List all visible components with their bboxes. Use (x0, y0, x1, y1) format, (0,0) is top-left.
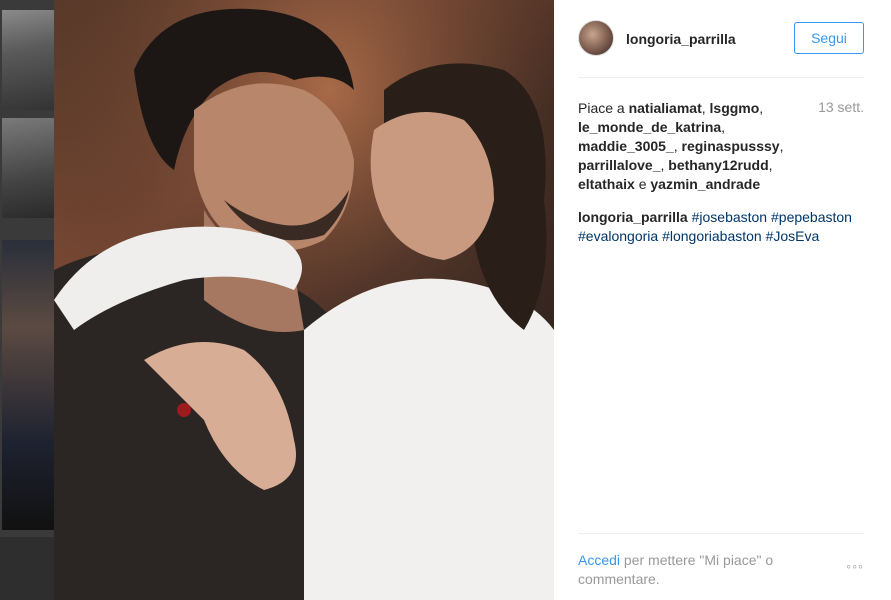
login-prompt: Accedi per mettere "Mi piace" o commenta… (578, 551, 808, 589)
ellipsis-icon[interactable]: ◦◦◦ (846, 558, 864, 574)
likes-prefix: Piace a (578, 100, 625, 116)
caption-username[interactable]: longoria_parrilla (578, 209, 688, 225)
hashtag-link[interactable]: #evalongoria (578, 228, 658, 244)
liker-link[interactable]: parrillalove_ (578, 157, 661, 173)
background-thumbnail (0, 537, 54, 600)
liker-link[interactable]: maddie_3005_ (578, 138, 674, 154)
instagram-post-modal: longoria_parrilla Segui Piace a natialia… (0, 0, 891, 600)
follow-button[interactable]: Segui (794, 22, 864, 54)
liker-link[interactable]: yazmin_andrade (650, 176, 760, 192)
post-timestamp[interactable]: 13 sett. (818, 99, 864, 115)
liker-link[interactable]: reginaspusssy (682, 138, 780, 154)
hashtag-link[interactable]: #JosEva (766, 228, 820, 244)
background-thumbnail (2, 118, 54, 218)
hashtag-link[interactable]: #pepebaston (771, 209, 852, 225)
likes-conjunction: e (638, 176, 647, 192)
background-profile-grid (0, 0, 54, 600)
background-thumbnail (2, 240, 54, 530)
background-thumbnail (2, 10, 54, 110)
photo-illustration (54, 0, 554, 600)
liker-link[interactable]: natialiamat (629, 100, 702, 116)
post-caption: longoria_parrilla #josebaston #pepebasto… (578, 208, 868, 246)
post-footer: Accedi per mettere "Mi piace" o commenta… (578, 533, 864, 587)
login-link[interactable]: Accedi (578, 552, 620, 568)
liker-link[interactable]: eltathaix (578, 176, 635, 192)
liker-link[interactable]: bethany12rudd (668, 157, 768, 173)
liker-link[interactable]: le_monde_de_katrina (578, 119, 721, 135)
liker-link[interactable]: lsggmo (710, 100, 760, 116)
hashtag-link[interactable]: #josebaston (692, 209, 768, 225)
username-link[interactable]: longoria_parrilla (626, 31, 736, 47)
hashtag-link[interactable]: #longoriabaston (662, 228, 762, 244)
post-photo[interactable] (54, 0, 554, 600)
post-header: longoria_parrilla Segui (578, 18, 864, 78)
likes-text: Piace a natialiamat, lsggmo, le_monde_de… (578, 100, 784, 192)
profile-avatar[interactable] (578, 20, 614, 56)
post-sidebar: longoria_parrilla Segui Piace a natialia… (554, 0, 891, 600)
